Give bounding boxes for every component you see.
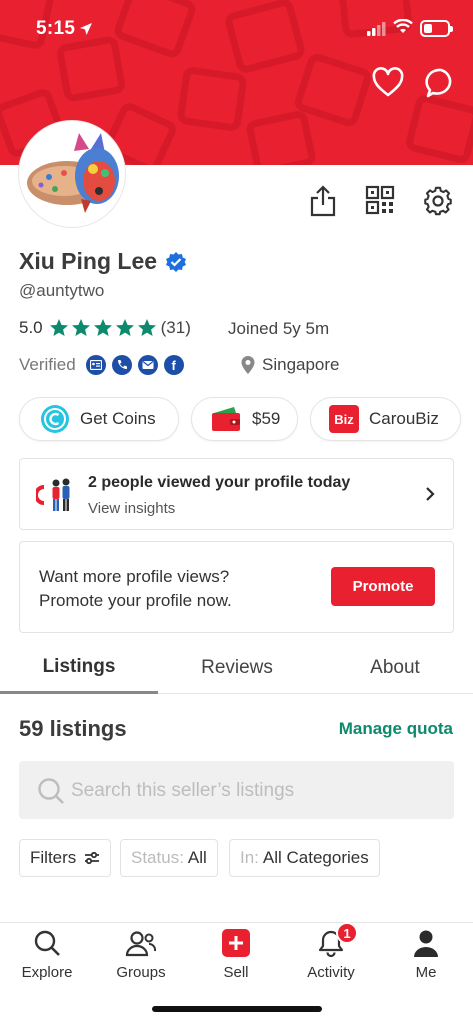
qr-code-icon[interactable] — [365, 184, 395, 218]
category-filter[interactable]: In: All Categories — [229, 839, 380, 877]
filters-label: Filters — [30, 848, 77, 867]
home-indicator[interactable] — [152, 1006, 322, 1012]
nav-explore-label: Explore — [21, 964, 73, 981]
wallet-balance-button[interactable]: $59 — [191, 397, 298, 441]
profile-views-illustration-icon — [36, 478, 70, 511]
status-bar: 5:15 — [0, 0, 473, 60]
tab-reviews[interactable]: Reviews — [158, 642, 316, 694]
rating-summary[interactable]: 5.0 (31) — [19, 318, 191, 338]
profile-handle: @auntytwo — [19, 281, 105, 300]
caroubiz-logo-icon: Biz — [329, 405, 359, 433]
promote-profile-text: Want more profile views? Promote your pr… — [39, 565, 232, 613]
share-icon[interactable] — [308, 184, 338, 218]
nav-groups[interactable]: Groups — [94, 923, 188, 993]
nav-me-label: Me — [415, 964, 437, 981]
verified-label: Verified — [19, 355, 76, 374]
wallet-icon — [212, 407, 240, 431]
wallet-balance: $59 — [252, 409, 281, 428]
coin-icon — [41, 405, 69, 433]
nav-activity[interactable]: 1 Activity — [284, 922, 378, 993]
view-insights-link: View insights — [88, 500, 176, 517]
status-filter[interactable]: Status: All — [120, 839, 218, 877]
plus-square-icon — [222, 929, 250, 957]
groups-icon — [125, 931, 157, 957]
cellular-signal-icon — [367, 22, 386, 36]
category-filter-label: In: — [240, 848, 259, 867]
promote-button[interactable]: Promote — [331, 567, 435, 606]
star-icon — [71, 319, 90, 336]
search-icon — [34, 930, 60, 956]
status-filter-label: Status: — [131, 848, 184, 867]
nav-activity-label: Activity — [307, 964, 355, 981]
listings-search-input[interactable]: Search this seller’s listings — [19, 761, 454, 819]
favorite-heart-icon[interactable] — [371, 66, 405, 100]
nav-sell-label: Sell — [223, 964, 249, 981]
status-filter-value: All — [187, 848, 207, 867]
facebook-icon: f — [163, 355, 184, 375]
gear-icon[interactable] — [423, 184, 453, 218]
review-count: (31) — [160, 318, 191, 337]
promote-line-1: Want more profile views? — [39, 567, 230, 586]
user-icon — [414, 930, 438, 957]
location-row: Singapore — [240, 355, 340, 375]
search-icon — [38, 778, 64, 804]
search-placeholder: Search this seller’s listings — [71, 780, 295, 801]
manage-quota-link[interactable]: Manage quota — [339, 719, 453, 739]
get-coins-label: Get Coins — [80, 409, 156, 428]
profile-views-card[interactable]: 2 people viewed your profile today View … — [19, 458, 454, 530]
caroubiz-label: CarouBiz — [369, 409, 439, 428]
nav-sell[interactable]: Sell — [189, 923, 283, 993]
status-time: 5:15 — [36, 18, 76, 39]
profile-name: Xiu Ping Lee — [19, 248, 158, 274]
tab-listings[interactable]: Listings — [0, 642, 158, 694]
profile-views-title: 2 people viewed your profile today — [88, 474, 351, 491]
location-arrow-icon — [80, 23, 92, 35]
profile-tabs: Listings Reviews About — [0, 642, 473, 694]
avatar[interactable] — [19, 121, 125, 227]
caroubiz-button[interactable]: Biz CarouBiz — [310, 397, 461, 441]
tab-about[interactable]: About — [316, 642, 473, 694]
promote-line-2: Promote your profile now. — [39, 591, 232, 610]
id-card-icon — [85, 355, 106, 375]
listings-count: 59 listings — [19, 716, 127, 741]
promote-profile-card: Want more profile views? Promote your pr… — [19, 541, 454, 633]
chat-bubble-icon[interactable] — [424, 66, 458, 100]
star-icon — [115, 319, 134, 336]
wifi-icon — [393, 19, 413, 33]
nav-groups-label: Groups — [116, 964, 166, 981]
rating-value: 5.0 — [19, 318, 43, 337]
category-filter-value: All Categories — [262, 848, 369, 867]
location-pin-icon — [241, 356, 255, 374]
activity-badge: 1 — [336, 922, 358, 944]
nav-explore[interactable]: Explore — [0, 923, 94, 993]
location-text: Singapore — [262, 355, 340, 374]
star-icon — [49, 319, 68, 336]
joined-duration: Joined 5y 5m — [228, 319, 330, 338]
verification-row: Verified f — [19, 355, 190, 375]
rating-stars — [49, 318, 157, 338]
email-icon — [137, 355, 158, 375]
get-coins-button[interactable]: Get Coins — [19, 397, 179, 441]
star-icon — [137, 319, 156, 336]
chevron-right-icon — [426, 487, 435, 501]
battery-icon — [420, 20, 453, 37]
verified-badge-icon — [166, 251, 187, 272]
sliders-icon — [85, 851, 100, 865]
nav-me[interactable]: Me — [379, 923, 473, 993]
star-icon — [93, 319, 112, 336]
phone-icon — [111, 355, 132, 375]
filters-button[interactable]: Filters — [19, 839, 112, 877]
